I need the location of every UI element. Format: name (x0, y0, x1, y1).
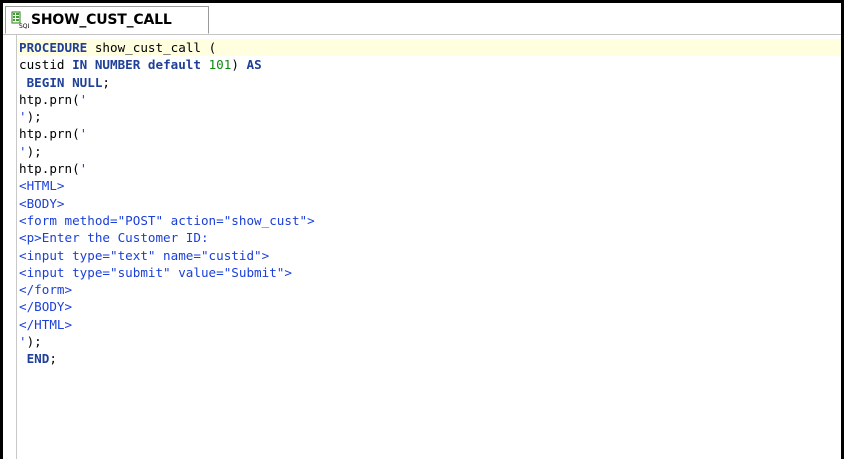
svg-text:SQL: SQL (19, 23, 29, 29)
code-token: htp.prn( (19, 126, 80, 142)
code-token: htp.prn( (19, 161, 80, 177)
code-line[interactable]: <input type="submit" value="Submit"> (17, 264, 841, 281)
code-line[interactable]: '); (17, 333, 841, 350)
code-line[interactable]: <HTML> (17, 177, 841, 194)
tab-strip: SQL SHOW_CUST_CALL (3, 3, 841, 35)
code-token: BEGIN NULL (19, 74, 103, 90)
code-editor[interactable]: PROCEDURE show_cust_call (custid IN NUMB… (3, 35, 841, 459)
tab-show-cust-call[interactable]: SQL SHOW_CUST_CALL (5, 6, 209, 34)
code-token: ' (79, 161, 88, 177)
code-token: ' (19, 143, 27, 159)
code-token: <p>Enter the Customer ID: (19, 230, 209, 246)
code-token: </BODY> (19, 299, 73, 315)
code-token: ) (231, 57, 247, 73)
code-token: ; (102, 74, 110, 90)
code-line[interactable]: </BODY> (17, 298, 841, 315)
code-token: 101 (208, 57, 232, 73)
code-token: <HTML> (19, 178, 65, 194)
code-token: <form method="POST" action="show_cust"> (19, 212, 315, 228)
code-line[interactable]: <form method="POST" action="show_cust"> (17, 212, 841, 229)
code-line[interactable]: htp.prn(' (17, 160, 841, 177)
code-token: htp.prn( (19, 91, 80, 107)
code-line[interactable]: <input type="text" name="custid"> (17, 247, 841, 264)
code-line[interactable]: PROCEDURE show_cust_call ( (17, 39, 841, 57)
code-token: </form> (19, 282, 73, 298)
code-area[interactable]: PROCEDURE show_cust_call (custid IN NUMB… (17, 39, 841, 368)
code-line[interactable]: </HTML> (17, 316, 841, 333)
code-line[interactable]: '); (17, 108, 841, 125)
code-line[interactable]: </form> (17, 281, 841, 298)
code-token: END (19, 351, 50, 367)
code-token: </HTML> (19, 316, 73, 332)
code-token: <input type="submit" value="Submit"> (19, 264, 292, 280)
code-token: ); (26, 109, 42, 125)
code-token: ); (26, 143, 42, 159)
code-token: <BODY> (19, 195, 65, 211)
code-line[interactable]: htp.prn(' (17, 125, 841, 142)
code-token: custid (19, 57, 73, 73)
code-token: ' (79, 126, 88, 142)
editor-window: SQL SHOW_CUST_CALL PROCEDURE show_cust_c… (0, 0, 844, 459)
code-line[interactable]: BEGIN NULL; (17, 74, 841, 91)
code-token: <input type="text" name="custid"> (19, 247, 270, 263)
tab-title: SHOW_CUST_CALL (31, 12, 172, 28)
code-token: show_cust_call ( (87, 40, 217, 55)
editor-gutter (3, 35, 17, 459)
code-token: ' (19, 334, 27, 350)
code-token: IN NUMBER default (72, 57, 209, 73)
code-line[interactable]: <BODY> (17, 195, 841, 212)
code-line[interactable]: '); (17, 143, 841, 160)
code-line[interactable]: END; (17, 350, 841, 367)
code-token: ' (79, 91, 88, 107)
code-token: AS (246, 57, 262, 73)
code-token: ); (26, 334, 42, 350)
code-token: PROCEDURE (19, 40, 88, 55)
code-token: ; (49, 351, 57, 367)
code-token: ' (19, 109, 27, 125)
code-line[interactable]: htp.prn(' (17, 91, 841, 108)
sql-procedure-icon: SQL (11, 11, 32, 30)
code-line[interactable]: custid IN NUMBER default 101) AS (17, 56, 841, 73)
code-line[interactable]: <p>Enter the Customer ID: (17, 229, 841, 246)
